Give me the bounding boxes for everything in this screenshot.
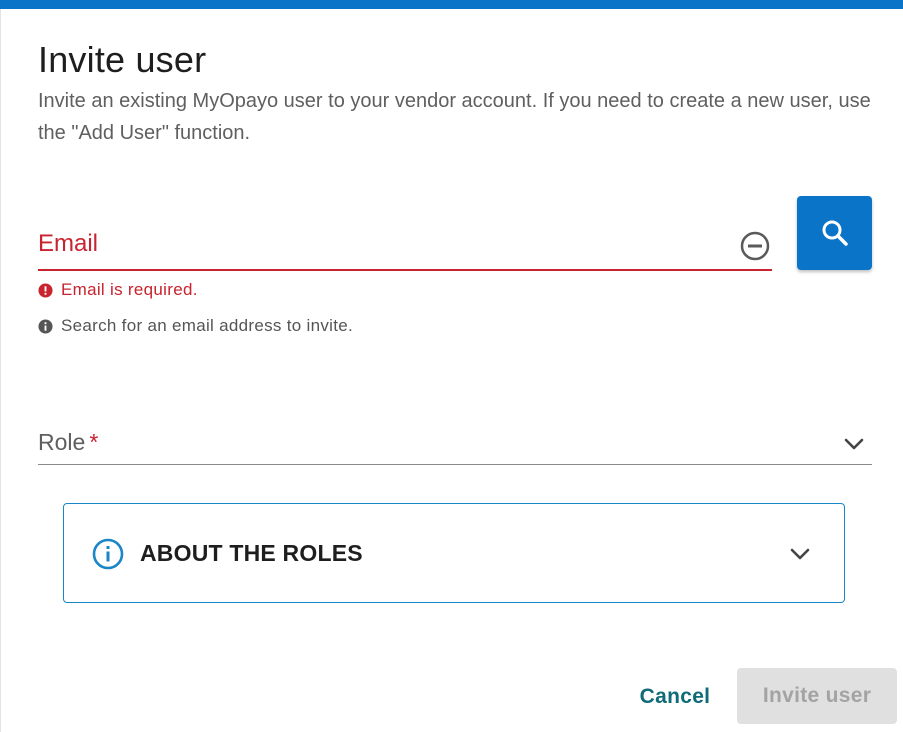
search-button[interactable] [797, 196, 872, 270]
top-accent-bar [0, 0, 903, 9]
error-icon [38, 282, 53, 298]
email-error-message: Email is required. [38, 280, 198, 300]
email-label: Email [38, 230, 99, 257]
about-roles-panel[interactable]: ABOUT THE ROLES [63, 503, 845, 603]
chevron-down-icon[interactable] [790, 547, 810, 561]
email-field[interactable]: Email [38, 222, 772, 271]
about-roles-label: ABOUT THE ROLES [140, 540, 363, 566]
dialog-title: Invite user [38, 39, 207, 80]
email-hint-message: Search for an email address to invite. [38, 316, 353, 336]
search-icon [822, 220, 848, 246]
invite-user-button[interactable]: Invite user [737, 668, 897, 724]
chevron-down-icon[interactable] [844, 437, 864, 451]
role-label: Role * [38, 429, 99, 455]
role-select[interactable]: Role * [38, 417, 872, 465]
cancel-button[interactable]: Cancel [628, 675, 722, 719]
info-circle-icon [92, 538, 124, 570]
email-hint-text: Search for an email address to invite. [61, 316, 354, 335]
email-error-text: Email is required. [61, 280, 198, 299]
info-icon [38, 318, 53, 334]
minus-circle-icon[interactable] [740, 231, 770, 261]
invite-user-dialog: Invite user Invite an existing MyOpayo u… [0, 9, 903, 732]
dialog-subtitle: Invite an existing MyOpayo user to your … [38, 90, 871, 144]
required-marker: * [89, 429, 99, 455]
